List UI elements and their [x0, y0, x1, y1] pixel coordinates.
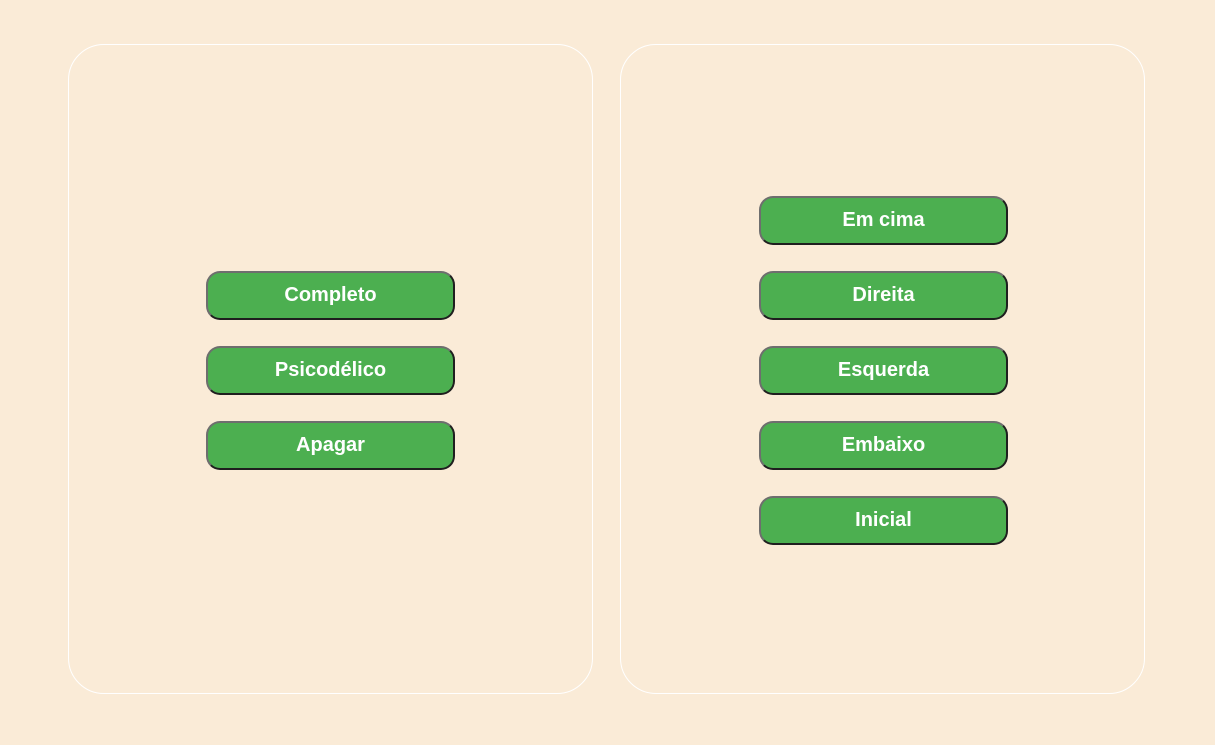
- inicial-button[interactable]: Inicial: [759, 496, 1008, 545]
- apagar-button[interactable]: Apagar: [206, 421, 455, 470]
- direita-button[interactable]: Direita: [759, 271, 1008, 320]
- embaixo-button[interactable]: Embaixo: [759, 421, 1008, 470]
- completo-button[interactable]: Completo: [206, 271, 455, 320]
- right-panel: Em cima Direita Esquerda Embaixo Inicial: [620, 44, 1145, 694]
- left-panel: Completo Psicodélico Apagar: [68, 44, 593, 694]
- psicodelico-button[interactable]: Psicodélico: [206, 346, 455, 395]
- esquerda-button[interactable]: Esquerda: [759, 346, 1008, 395]
- em-cima-button[interactable]: Em cima: [759, 196, 1008, 245]
